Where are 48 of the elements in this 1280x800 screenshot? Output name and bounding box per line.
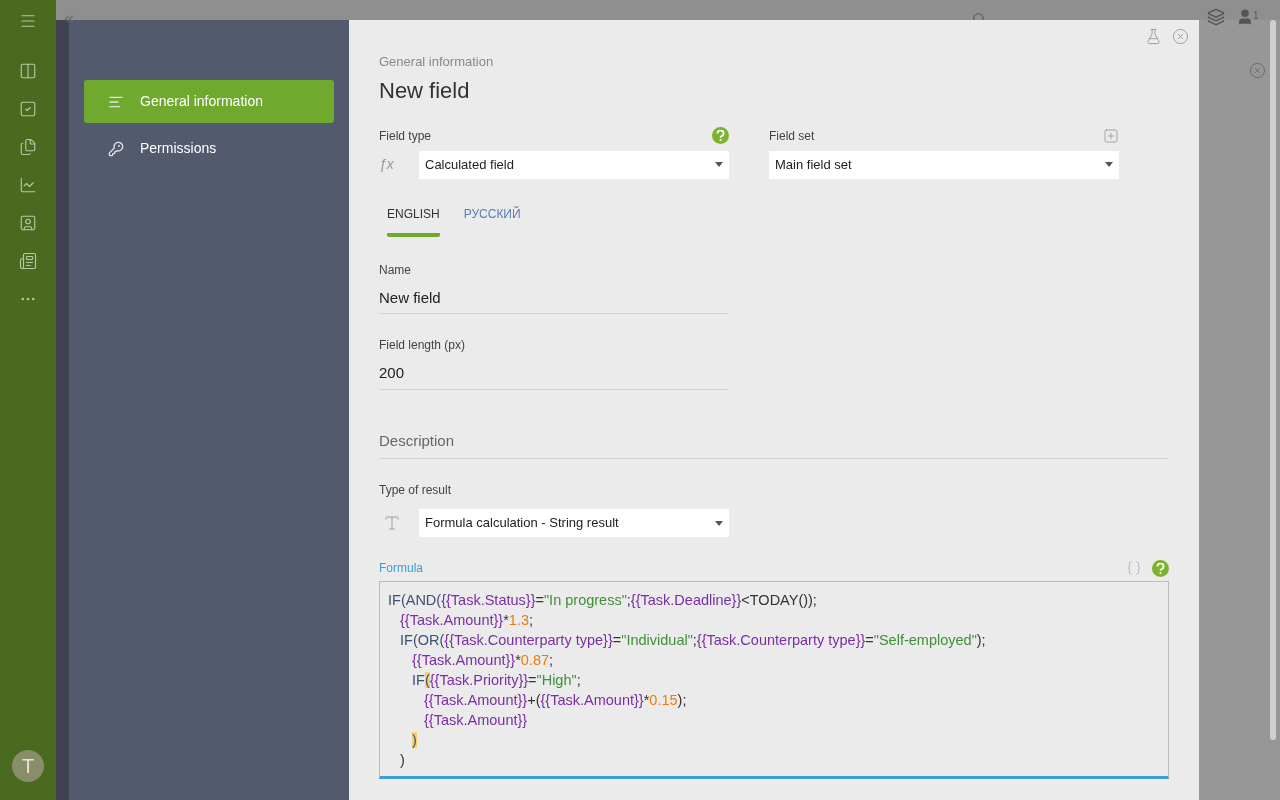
field-length-input[interactable]: 200 — [379, 354, 729, 390]
code-line: IF(OR({{Task.Counterparty type}}="Individual";{{Task.Counterparty type}}="Self-employed"); — [400, 631, 986, 650]
code-line: {{Task.Amount}}+({{Task.Amount}}*0.15); — [424, 691, 687, 710]
code-line: {{Task.Amount}} — [424, 711, 528, 730]
field-label: Name — [379, 261, 412, 279]
field-set-select[interactable]: Main field set — [769, 150, 1119, 179]
add-icon[interactable] — [1103, 127, 1119, 144]
scrollbar[interactable] — [1270, 20, 1276, 740]
field-label: Field length (px) — [379, 337, 467, 354]
breadcrumb: General information — [379, 53, 495, 71]
menu-icon[interactable] — [19, 12, 37, 30]
contact-card-icon[interactable] — [19, 214, 37, 232]
language-tab[interactable]: ENGLISH — [387, 204, 440, 237]
braces-icon[interactable] — [1126, 560, 1142, 576]
code-line: {{Task.Amount}}*0.87; — [412, 651, 554, 670]
formula-label: Formula — [379, 560, 423, 577]
nav-item[interactable]: Permissions — [84, 127, 334, 170]
files-icon[interactable] — [19, 138, 37, 156]
list-icon[interactable] — [19, 252, 37, 270]
checkbox-icon[interactable] — [19, 100, 37, 118]
key-icon — [108, 140, 124, 157]
section-heading: Description — [379, 429, 1169, 459]
close-icon[interactable] — [1249, 62, 1266, 79]
layers-icon[interactable] — [1207, 8, 1225, 26]
user-icon[interactable] — [1236, 8, 1254, 26]
code-line: ) — [400, 751, 405, 770]
formula-editor[interactable] — [379, 581, 1169, 779]
close-icon[interactable] — [1172, 28, 1189, 45]
name-input[interactable]: New field — [379, 278, 729, 314]
field-type-select[interactable]: Calculated field — [419, 150, 729, 179]
collapse-icon[interactable] — [62, 12, 76, 26]
columns-icon[interactable] — [19, 62, 37, 80]
chart-icon[interactable] — [19, 176, 37, 194]
field-label: Field set — [769, 127, 815, 145]
dropdown-caret-icon — [715, 520, 723, 526]
result-type-select[interactable]: Formula calculation - String result — [419, 509, 729, 537]
code-line: IF(AND({{Task.Status}}="In progress";{{Task.Deadline}}<TODAY()); — [388, 591, 817, 610]
dropdown-caret-icon — [1105, 162, 1113, 167]
flask-icon[interactable] — [1145, 28, 1162, 45]
function-icon: ƒx — [379, 154, 405, 175]
help-icon[interactable] — [1152, 559, 1169, 577]
field-label: Type of result — [379, 482, 453, 499]
code-line: {{Task.Amount}}*1.3; — [400, 611, 534, 630]
page-title: New field — [379, 76, 471, 105]
field-label: Field type — [379, 127, 432, 145]
help-icon[interactable] — [712, 127, 729, 144]
dropdown-caret-icon — [715, 162, 723, 167]
language-tab[interactable]: РУССКИЙ — [463, 204, 521, 237]
